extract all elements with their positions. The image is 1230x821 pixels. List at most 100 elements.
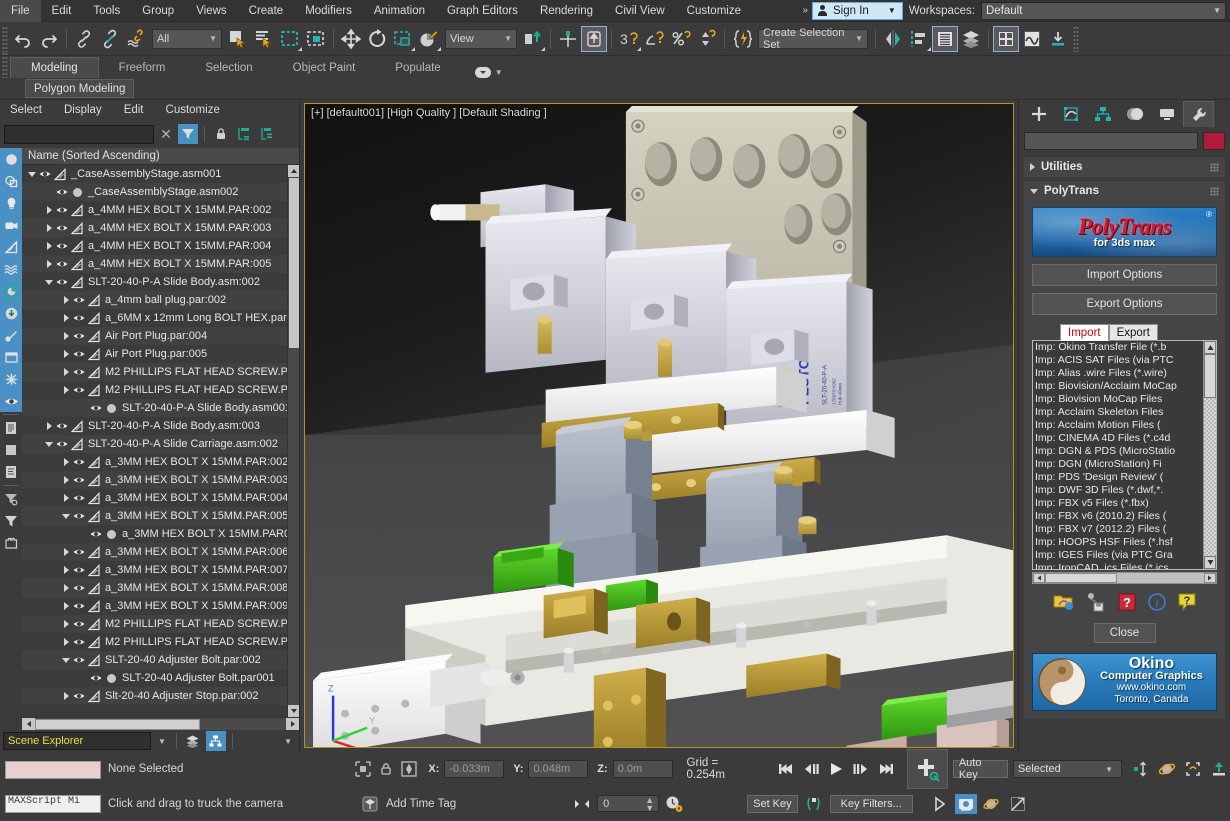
explorer-menu-display[interactable]: Display: [64, 104, 102, 116]
file-format-row[interactable]: Imp: CINEMA 4D Files (*.c4d: [1035, 432, 1203, 445]
tree-row[interactable]: a_4mm ball plug.par:002: [22, 291, 287, 309]
scroll-thumb[interactable]: [289, 178, 299, 348]
scroll-left-icon[interactable]: [1033, 573, 1045, 583]
spinner-icon[interactable]: ▲▼: [645, 796, 658, 812]
eye-icon[interactable]: [89, 402, 103, 414]
unlink-selection-icon[interactable]: [97, 26, 123, 52]
file-format-row[interactable]: Imp: Acclaim Motion Files (: [1035, 419, 1203, 432]
scroll-right-icon[interactable]: [1204, 573, 1216, 583]
select-and-link-icon[interactable]: [71, 26, 97, 52]
tree-row[interactable]: M2 PHILLIPS FLAT HEAD SCREW.PA: [22, 633, 287, 651]
go-to-start-button[interactable]: [775, 759, 797, 779]
close-button[interactable]: Close: [1094, 623, 1156, 643]
filter-lights-icon[interactable]: [0, 192, 22, 214]
zoom-extents-icon[interactable]: [1182, 759, 1204, 779]
viewport-default001[interactable]: [+] [default001] [High Quality ] [Defaul…: [304, 103, 1014, 748]
file-format-row[interactable]: Imp: FBX v6 (2010.2) Files (: [1035, 510, 1203, 523]
select-and-place-icon[interactable]: [416, 26, 442, 52]
chevron-right-icon[interactable]: [60, 692, 72, 700]
tree-row[interactable]: _CaseAssemblyStage.asm001: [22, 165, 287, 183]
display-blank-icon[interactable]: [0, 439, 22, 461]
chevron-down-icon[interactable]: [43, 442, 55, 447]
tree-row[interactable]: SLT-20-40-P-A Slide Body.asm001: [22, 399, 287, 417]
align-icon[interactable]: [906, 26, 932, 52]
sign-in-button[interactable]: Sign In ▼: [812, 2, 903, 20]
expand-all-icon[interactable]: [234, 124, 254, 144]
chevron-right-icon[interactable]: [43, 260, 55, 268]
scroll-down-icon[interactable]: [288, 705, 300, 717]
tree-row[interactable]: a_3MM HEX BOLT X 15MM.PAR:007: [22, 561, 287, 579]
eye-icon[interactable]: [72, 474, 86, 486]
redo-button[interactable]: [36, 26, 62, 52]
time-configuration-icon[interactable]: [663, 794, 685, 814]
filter-hidden-icon[interactable]: [0, 390, 22, 412]
filter-space-warps-icon[interactable]: [0, 258, 22, 280]
menu-overflow-icon[interactable]: »: [798, 5, 812, 16]
orbit-icon[interactable]: [1156, 759, 1178, 779]
chevron-down-icon[interactable]: [60, 514, 72, 519]
explorer-preset-select[interactable]: Scene Explorer: [3, 732, 151, 750]
tree-row[interactable]: M2 PHILLIPS FLAT HEAD SCREW.PA: [22, 381, 287, 399]
chevron-right-icon[interactable]: [60, 332, 72, 340]
eye-icon[interactable]: [72, 510, 86, 522]
eye-icon[interactable]: [72, 330, 86, 342]
tree-row[interactable]: M2 PHILLIPS FLAT HEAD SCREW.PA: [22, 363, 287, 381]
scroll-thumb[interactable]: [1204, 354, 1216, 398]
menu-group[interactable]: Group: [131, 0, 185, 22]
maxscript-mini-listener-input[interactable]: MAXScript Mi: [0, 794, 104, 813]
scroll-thumb[interactable]: [1045, 573, 1117, 583]
tab-create[interactable]: [1023, 101, 1054, 127]
filter-shapes-icon[interactable]: [0, 170, 22, 192]
chevron-right-icon[interactable]: [60, 458, 72, 466]
eye-icon[interactable]: [55, 438, 69, 450]
tab-export[interactable]: Export: [1109, 324, 1158, 341]
scroll-up-icon[interactable]: [1204, 341, 1216, 354]
chevron-down-icon[interactable]: ▼: [154, 737, 170, 746]
tree-row[interactable]: a_3MM HEX BOLT X 15MM.PAR:006: [22, 543, 287, 561]
add-time-tag-label[interactable]: Add Time Tag: [386, 798, 456, 810]
filter-helpers-icon[interactable]: [0, 236, 22, 258]
file-format-row[interactable]: Imp: DGN & PDS (MicroStatio: [1035, 445, 1203, 458]
menu-graph-editors[interactable]: Graph Editors: [436, 0, 529, 22]
display-list-icon[interactable]: [0, 417, 22, 439]
chevron-right-icon[interactable]: [60, 296, 72, 304]
menu-modifiers[interactable]: Modifiers: [294, 0, 363, 22]
scroll-up-icon[interactable]: [288, 165, 300, 177]
reference-coord-select[interactable]: View ▼: [445, 29, 517, 49]
search-input[interactable]: [4, 125, 154, 144]
menu-views[interactable]: Views: [185, 0, 237, 22]
scroll-right-icon[interactable]: [286, 718, 299, 730]
auto-key-button[interactable]: Auto Key: [953, 760, 1008, 778]
percent-snap-toggle-icon[interactable]: [668, 26, 694, 52]
menu-rendering[interactable]: Rendering: [529, 0, 604, 22]
play-animation-button[interactable]: [825, 759, 847, 779]
eye-icon[interactable]: [72, 294, 86, 306]
chevron-right-icon[interactable]: [60, 584, 72, 592]
eye-icon[interactable]: [55, 276, 69, 288]
previous-frame-button[interactable]: [800, 759, 822, 779]
filter-icon[interactable]: [178, 124, 198, 144]
layer-view-icon[interactable]: [183, 731, 203, 751]
chevron-right-icon[interactable]: [43, 206, 55, 214]
tab-selection[interactable]: Selection: [185, 58, 272, 78]
use-selection-center-icon[interactable]: [555, 26, 581, 52]
eye-icon[interactable]: [55, 222, 69, 234]
chevron-down-icon[interactable]: ▼: [280, 737, 296, 746]
pan-view-icon[interactable]: [929, 794, 951, 814]
file-list-hscrollbar[interactable]: [1032, 572, 1217, 584]
file-format-row[interactable]: Imp: IronCAD .ics Files (*.ics: [1035, 562, 1203, 569]
select-and-move-nav-icon[interactable]: [1130, 759, 1152, 779]
file-format-row[interactable]: Imp: Biovision/Acclaim MoCap: [1035, 380, 1203, 393]
truck-camera-icon[interactable]: [955, 794, 977, 814]
object-color-swatch[interactable]: [1203, 132, 1225, 150]
eye-icon[interactable]: [72, 636, 86, 648]
object-name-input[interactable]: [1024, 132, 1198, 150]
chevron-right-icon[interactable]: [60, 386, 72, 394]
tree-row[interactable]: a_4MM HEX BOLT X 15MM.PAR:002: [22, 201, 287, 219]
rollup-utilities-header[interactable]: Utilities: [1024, 157, 1225, 177]
save-icon[interactable]: [1085, 592, 1107, 615]
tree-row[interactable]: a_3MM HEX BOLT X 15MM.PAR:009: [22, 597, 287, 615]
lock-icon[interactable]: [211, 124, 231, 144]
chevron-down-icon[interactable]: [43, 280, 55, 285]
transform-type-in-icon[interactable]: [398, 759, 419, 779]
